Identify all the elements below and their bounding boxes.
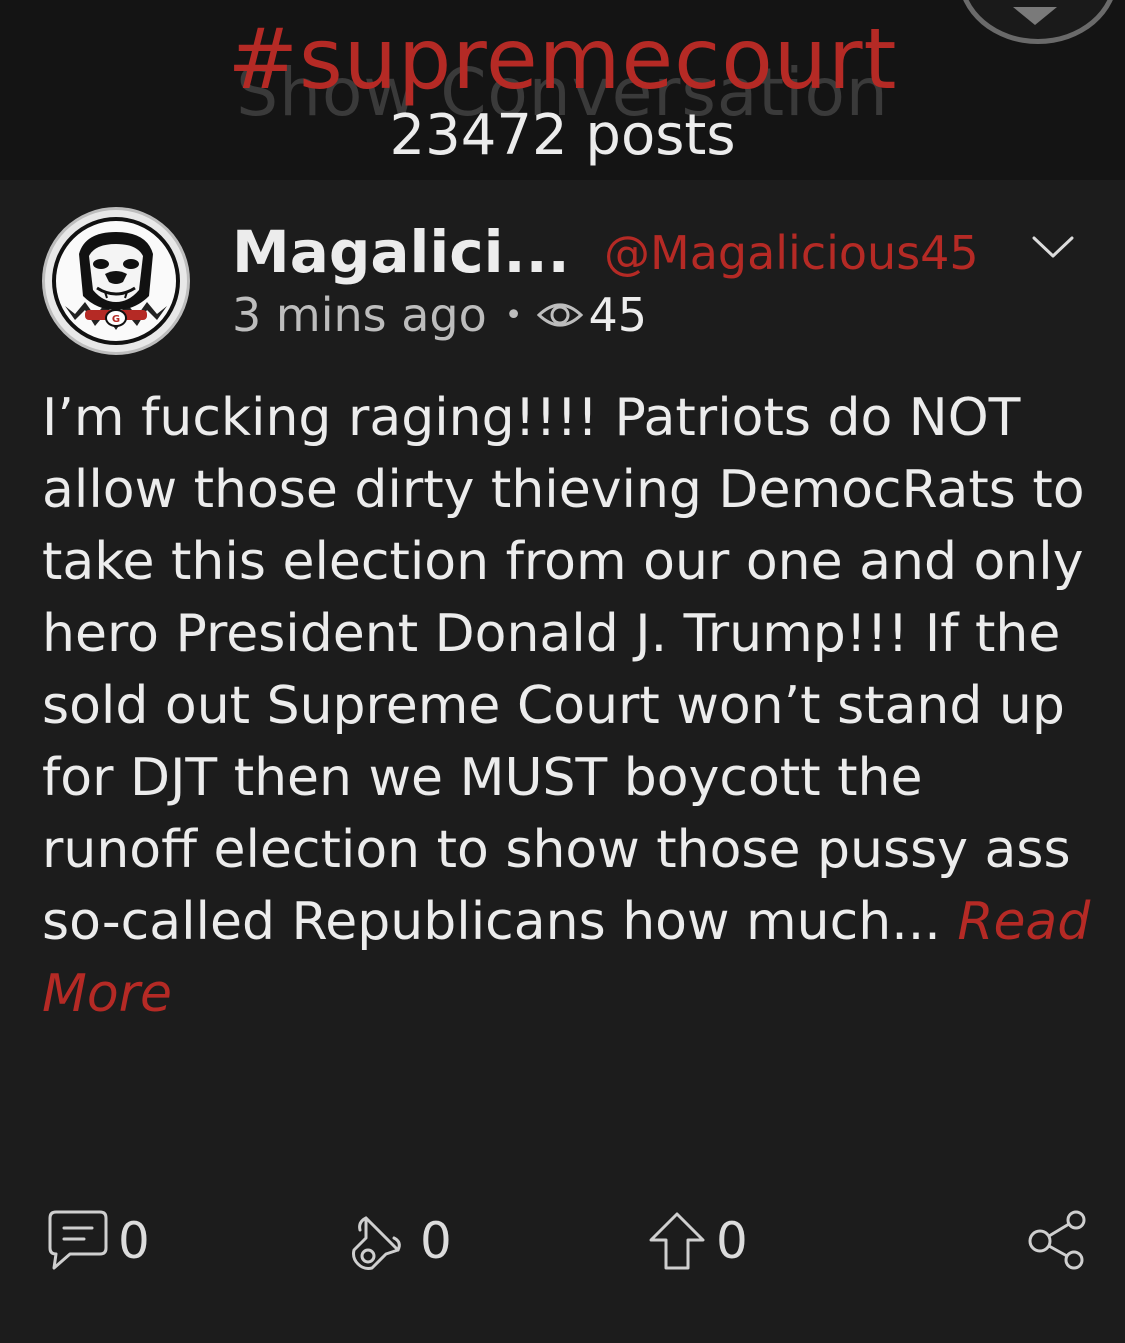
comment-icon xyxy=(48,1210,108,1270)
hashtag-header: Show Conversation #supremecourt 23472 po… xyxy=(0,0,1125,180)
upvote-button[interactable]: 0 xyxy=(646,1205,748,1277)
avatar[interactable]: G xyxy=(42,207,190,355)
echo-count: 0 xyxy=(420,1212,452,1270)
post-time: 3 mins ago xyxy=(232,288,487,342)
view-count: 45 xyxy=(588,288,648,342)
comment-count: 0 xyxy=(118,1212,150,1270)
echo-button[interactable]: 0 xyxy=(346,1205,452,1277)
author-name[interactable]: Magalici... xyxy=(232,218,570,286)
upvote-count: 0 xyxy=(716,1212,748,1270)
share-icon xyxy=(1028,1210,1086,1270)
post-meta: 3 mins ago • 45 xyxy=(232,288,647,342)
bulldog-avatar-icon: G xyxy=(52,217,180,345)
hashtag-title: #supremecourt xyxy=(227,10,898,108)
post-count: 23472 posts xyxy=(389,103,736,168)
post-actions: 0 0 0 xyxy=(0,1205,1125,1285)
post-body[interactable]: I’m fucking raging!!!! Patriots do NOT a… xyxy=(42,382,1092,1030)
share-button[interactable] xyxy=(1024,1205,1090,1277)
meta-separator: • xyxy=(504,297,523,333)
author-handle[interactable]: @Magalicious45 xyxy=(604,226,979,280)
post-text: I’m fucking raging!!!! Patriots do NOT a… xyxy=(42,388,1085,952)
chevron-down-icon[interactable] xyxy=(1030,232,1076,262)
megaphone-icon xyxy=(352,1216,401,1270)
upvote-arrow-icon xyxy=(649,1212,705,1270)
eye-icon xyxy=(537,303,584,327)
svg-text:G: G xyxy=(112,314,120,325)
comment-button[interactable]: 0 xyxy=(46,1205,150,1277)
